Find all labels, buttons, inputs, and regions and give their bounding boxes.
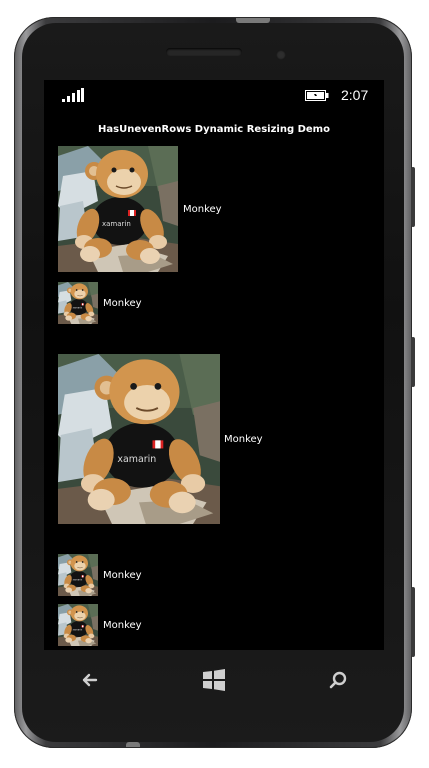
list-item-label: Monkey xyxy=(103,570,142,581)
list-item-label: Monkey xyxy=(103,298,142,309)
status-bar: 2:07 xyxy=(44,80,384,112)
list-item-label: Monkey xyxy=(183,204,222,215)
back-arrow-icon[interactable] xyxy=(76,666,104,694)
earpiece-speaker xyxy=(166,48,242,56)
list-item[interactable]: Monkey xyxy=(58,354,384,526)
app-screen: 2:07 HasUnevenRows Dynamic Resizing Demo… xyxy=(44,80,384,650)
monkey-image xyxy=(58,604,98,646)
status-clock: 2:07 xyxy=(341,87,369,103)
monkey-image xyxy=(58,354,220,524)
volume-button xyxy=(411,167,415,227)
page-title: HasUnevenRows Dynamic Resizing Demo xyxy=(98,124,330,135)
list-item[interactable]: Monkey xyxy=(58,554,384,596)
monkey-image xyxy=(58,146,178,272)
list-item[interactable]: Monkey xyxy=(58,146,384,274)
battery-charging-icon xyxy=(305,88,329,102)
list-item-label: Monkey xyxy=(224,434,263,445)
phone-top-button xyxy=(236,18,270,23)
windows-start-icon[interactable] xyxy=(200,666,228,694)
navigation-bar xyxy=(44,650,384,710)
list-item[interactable]: Monkey xyxy=(58,282,384,324)
signal-bars-icon xyxy=(62,88,84,102)
monkey-image xyxy=(58,282,98,324)
search-icon[interactable] xyxy=(324,666,352,694)
monkey-image xyxy=(58,554,98,596)
camera-button xyxy=(411,587,415,657)
phone-bottom-port xyxy=(126,742,140,747)
list-item[interactable]: Monkey xyxy=(58,604,384,646)
front-camera xyxy=(276,50,286,60)
list-item-label: Monkey xyxy=(103,620,142,631)
power-button xyxy=(411,337,415,387)
